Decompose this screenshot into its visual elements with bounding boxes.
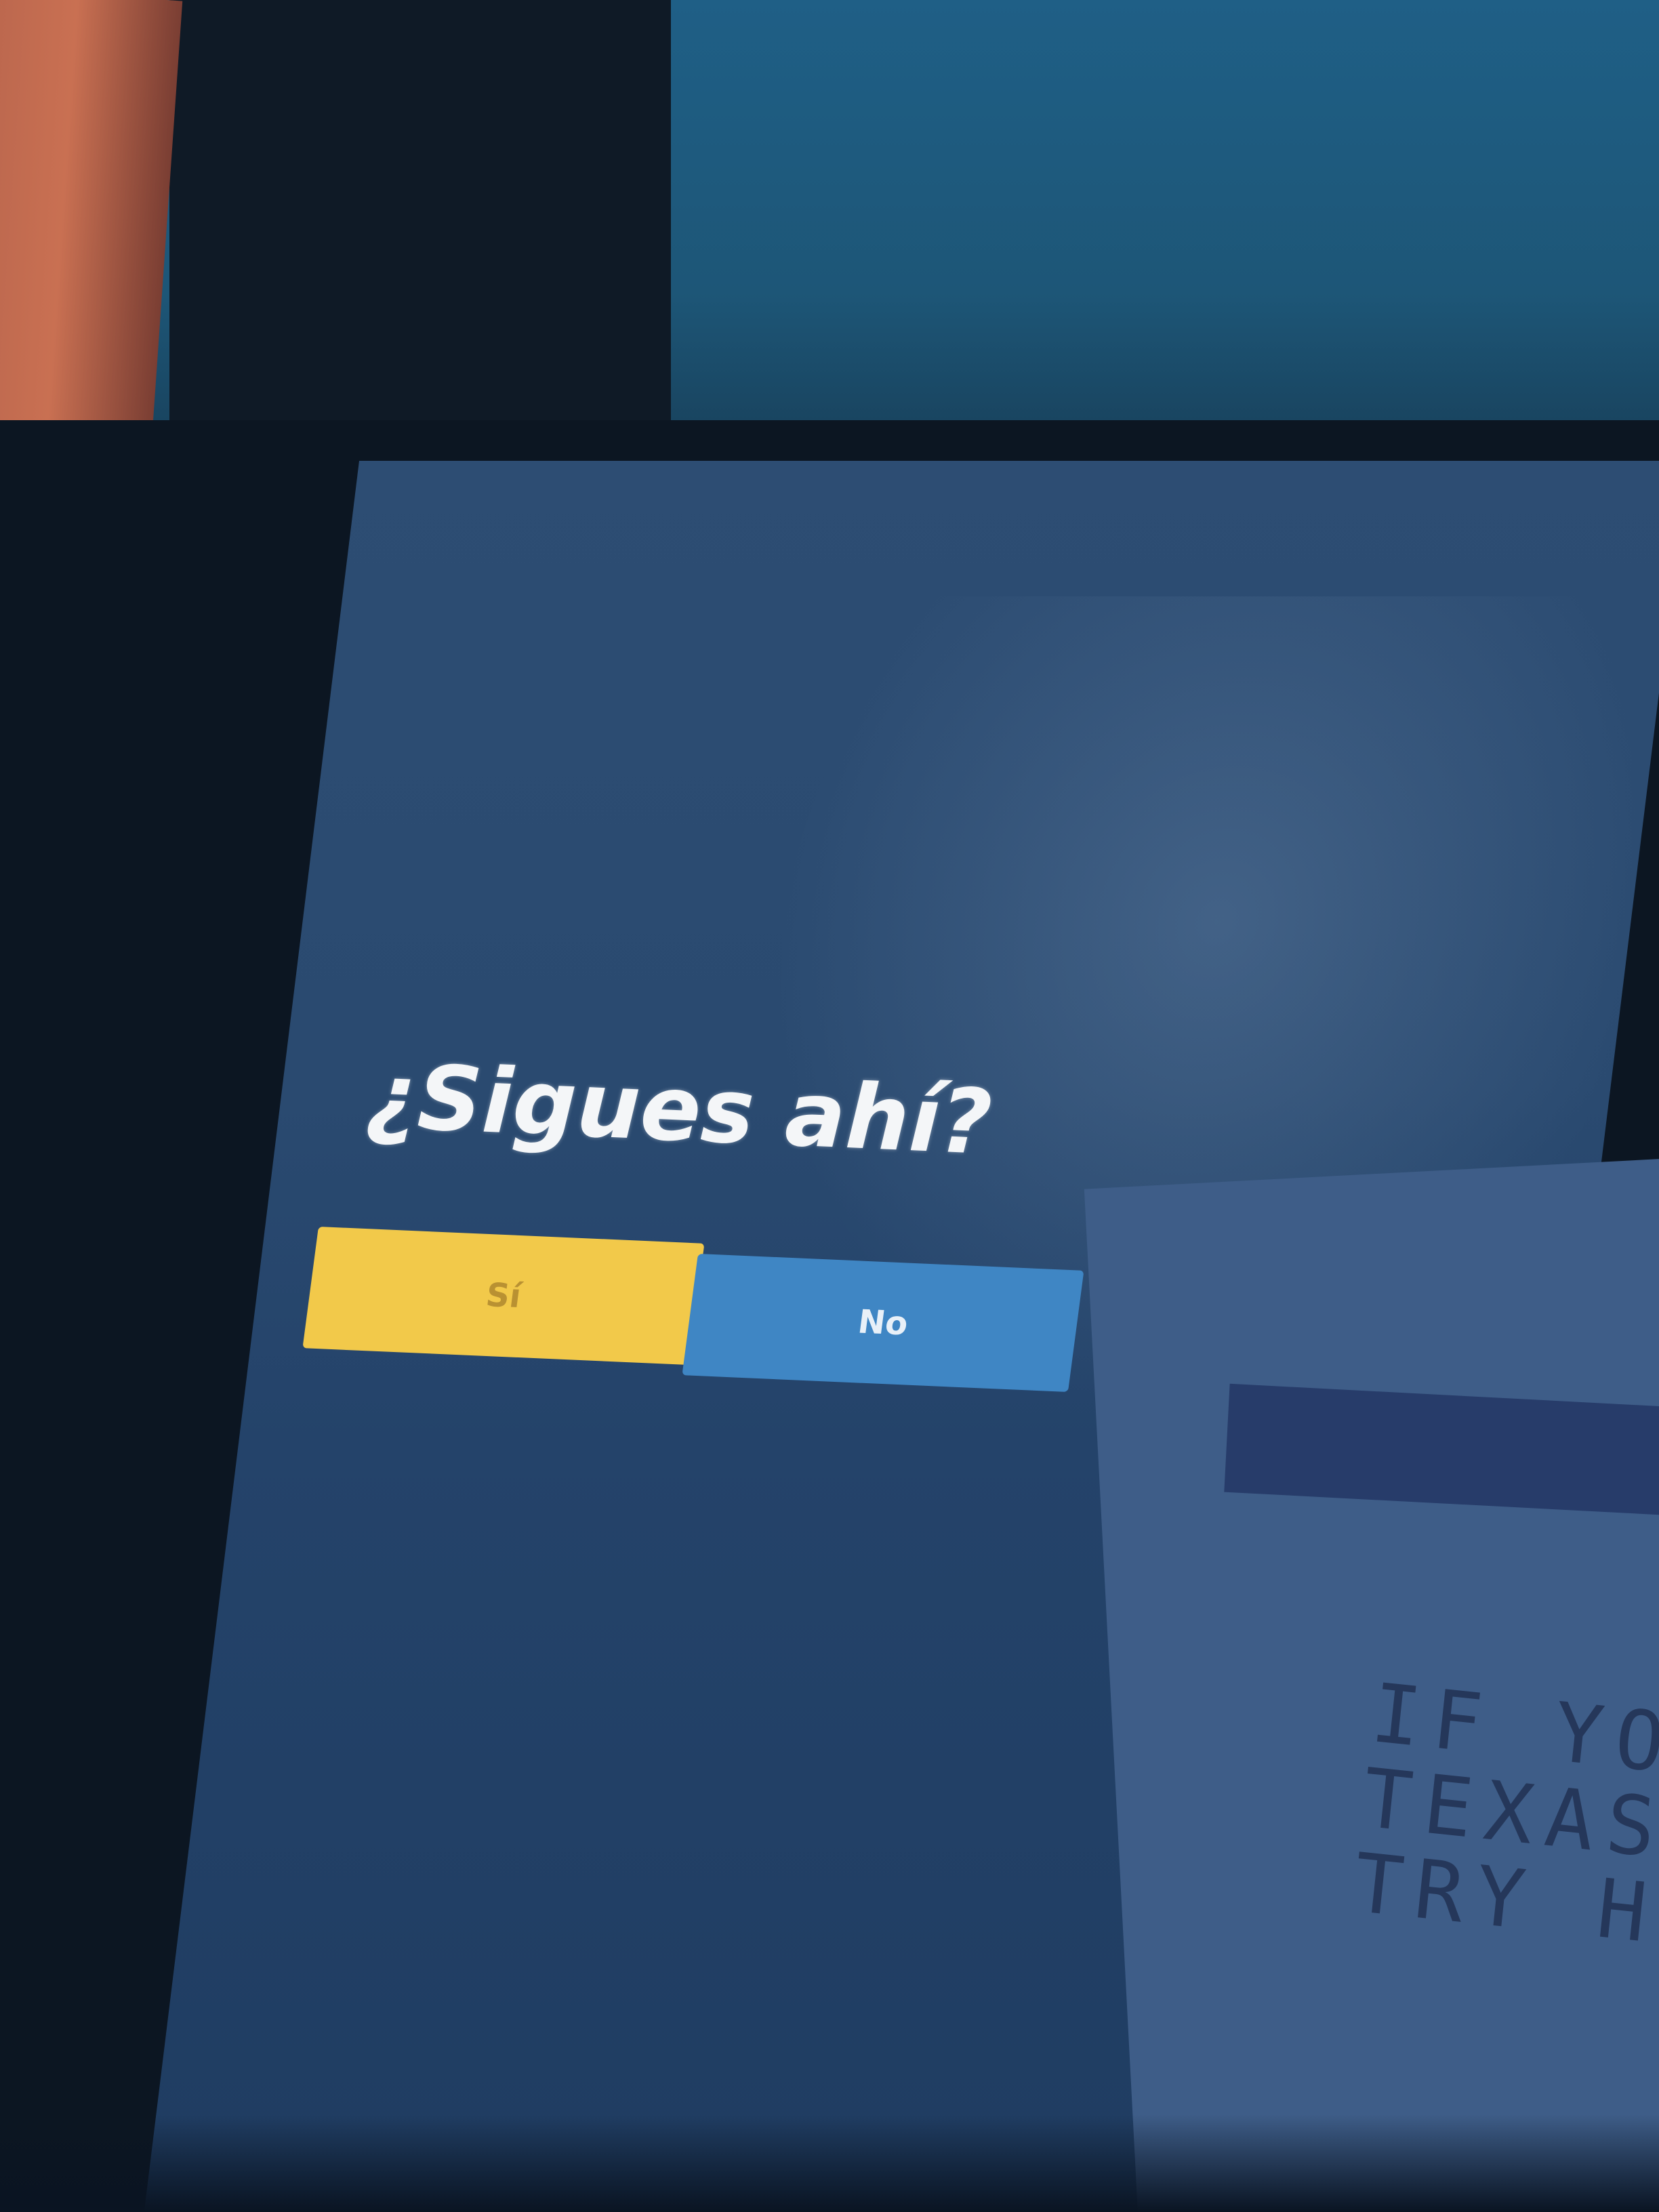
no-button[interactable]: No xyxy=(682,1254,1084,1393)
photo-scene: IF YOU TEXAS TRY HE ¿Sigues ahí? Sí No xyxy=(0,0,1659,2212)
no-button-label: No xyxy=(855,1303,911,1343)
background-poster xyxy=(1084,1157,1659,2212)
bottom-shadow xyxy=(0,2114,1659,2212)
poster-text: IF YOU TEXAS TRY HE xyxy=(1349,1666,1659,1969)
yes-button[interactable]: Sí xyxy=(302,1227,705,1366)
background-furniture xyxy=(169,0,671,461)
yes-button-label: Sí xyxy=(483,1276,524,1315)
